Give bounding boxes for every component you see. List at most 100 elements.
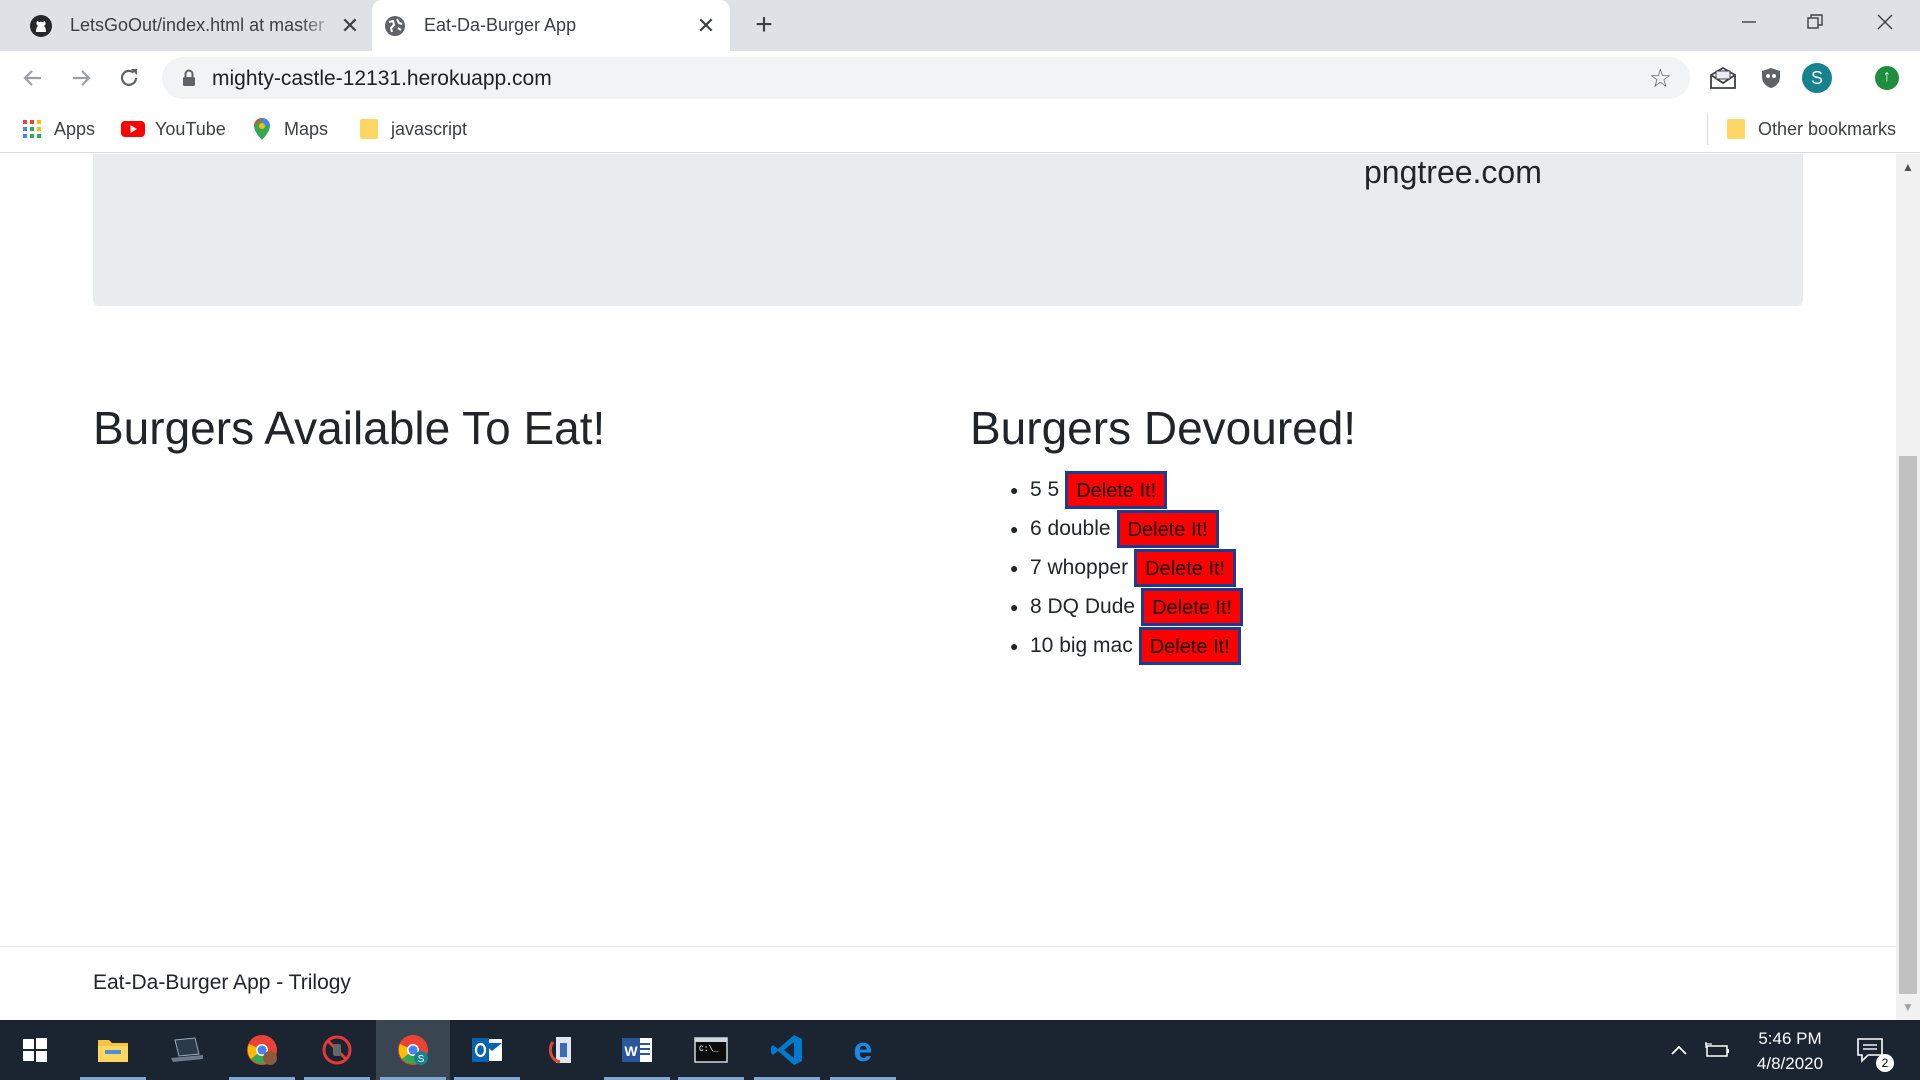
close-icon[interactable]: ✕ — [694, 13, 718, 38]
bookmark-other[interactable]: Other bookmarks — [1724, 115, 1896, 143]
star-icon[interactable]: ☆ — [1649, 64, 1672, 92]
minimize-button[interactable] — [1714, 0, 1784, 44]
page-footer: Eat-Da-Burger App - Trilogy — [0, 946, 1896, 1020]
burger-name: 8 DQ Dude — [1030, 594, 1136, 618]
bookmark-label: YouTube — [155, 118, 226, 139]
lock-icon — [182, 69, 196, 92]
folder-icon — [1724, 117, 1748, 141]
avatar: S — [1802, 63, 1832, 93]
youtube-icon — [121, 117, 145, 141]
app-icon[interactable] — [526, 1020, 600, 1080]
delete-button[interactable]: Delete It! — [1138, 626, 1241, 665]
browser-tab-bar: LetsGoOut/index.html at master ✕ Eat-Da-… — [0, 0, 1920, 51]
windows-logo-icon — [23, 1038, 47, 1062]
address-bar[interactable]: mighty-castle-12131.herokuapp.com ☆ — [162, 57, 1690, 99]
word-icon[interactable]: W — [600, 1020, 674, 1080]
bookmark-apps[interactable]: Apps — [20, 115, 95, 143]
restore-button[interactable] — [1780, 0, 1850, 44]
laptop-app-icon[interactable] — [150, 1020, 224, 1080]
url-text: mighty-castle-12131.herokuapp.com — [212, 67, 552, 90]
delete-button[interactable]: Delete It! — [1116, 509, 1219, 548]
mail-extension-icon[interactable] — [1706, 61, 1740, 95]
windows-taskbar: S W C:\_ e 5:46 PM 4/8/2020 2 — [0, 1020, 1920, 1080]
list-item: ● 6 double Delete It! — [1010, 509, 1243, 548]
arrow-left-icon — [23, 70, 41, 86]
show-hidden-icons-chevron-icon[interactable] — [1670, 1020, 1688, 1080]
reload-icon — [120, 69, 138, 86]
reload-button[interactable] — [112, 61, 146, 95]
tab-title: Eat-Da-Burger App — [424, 15, 577, 35]
scroll-thumb[interactable] — [1899, 456, 1917, 994]
back-button[interactable] — [16, 61, 50, 95]
burger-name: 6 double — [1030, 516, 1111, 540]
svg-text:S: S — [418, 1054, 425, 1065]
arrow-up-icon: ↑ — [1875, 66, 1899, 90]
edge-icon[interactable]: e — [826, 1020, 900, 1080]
devoured-heading: Burgers Devoured! — [970, 402, 1357, 454]
arrow-right-icon — [73, 70, 91, 86]
bullet-icon: ● — [1010, 481, 1019, 498]
scroll-down-arrow-icon[interactable]: ▼ — [1902, 1000, 1914, 1014]
list-item: ● 10 big mac Delete It! — [1010, 626, 1243, 665]
bookmarks-bar: Apps YouTube Maps javascript Other bookm… — [0, 105, 1920, 153]
start-button[interactable] — [0, 1020, 70, 1080]
vertical-scrollbar[interactable]: ▲ ▼ — [1896, 154, 1920, 1020]
bullet-icon: ● — [1010, 598, 1019, 615]
bookmark-label: Other bookmarks — [1758, 118, 1897, 139]
folder-icon — [357, 117, 381, 141]
devoured-list: ● 5 5 Delete It! ● 6 double Delete It! ●… — [1010, 470, 1244, 665]
delete-button[interactable]: Delete It! — [1141, 587, 1244, 626]
battery-icon[interactable] — [1704, 1020, 1730, 1080]
globe-icon — [382, 13, 408, 39]
burger-name: 10 big mac — [1030, 633, 1133, 657]
maps-pin-icon — [250, 117, 274, 141]
svg-text:C:\_: C:\_ — [699, 1045, 718, 1054]
available-heading: Burgers Available To Eat! — [93, 402, 606, 454]
close-icon[interactable]: ✕ — [338, 13, 362, 38]
bookmark-javascript[interactable]: javascript — [357, 115, 467, 143]
outlook-icon[interactable] — [450, 1020, 524, 1080]
watermark-text: pngtree.com — [1364, 154, 1542, 190]
svg-text:e: e — [854, 1034, 873, 1066]
tab-github[interactable]: LetsGoOut/index.html at master ✕ — [18, 0, 370, 51]
bookmark-maps[interactable]: Maps — [250, 115, 328, 143]
burger-name: 5 5 — [1030, 477, 1060, 501]
new-tab-button[interactable]: + — [748, 10, 780, 42]
page-viewport: pngtree.com Burgers Available To Eat! Bu… — [0, 154, 1920, 1020]
update-button[interactable]: ↑ — [1870, 61, 1904, 95]
notification-count-badge: 2 — [1876, 1054, 1894, 1072]
bookmark-youtube[interactable]: YouTube — [121, 115, 226, 143]
list-item: ● 5 5 Delete It! — [1010, 470, 1243, 509]
profile-avatar[interactable]: S — [1800, 61, 1834, 95]
file-explorer-icon[interactable] — [76, 1020, 150, 1080]
tab-eat-da-burger[interactable]: Eat-Da-Burger App ✕ — [372, 0, 730, 51]
terminal-icon[interactable]: C:\_ — [674, 1020, 748, 1080]
apps-grid-icon — [20, 117, 44, 141]
tab-title: LetsGoOut/index.html at master — [70, 15, 325, 35]
notifications-icon[interactable] — [1856, 1020, 1884, 1080]
shield-extension-icon[interactable] — [1754, 61, 1788, 95]
footer-text: Eat-Da-Burger App - Trilogy — [93, 971, 351, 994]
bookmarks-divider — [1707, 113, 1708, 145]
blocked-app-icon[interactable] — [300, 1020, 374, 1080]
bookmark-label: javascript — [391, 118, 468, 139]
svg-text:W: W — [624, 1043, 638, 1059]
delete-button[interactable]: Delete It! — [1065, 470, 1168, 509]
bullet-icon: ● — [1010, 520, 1019, 537]
bullet-icon: ● — [1010, 559, 1019, 576]
scroll-up-arrow-icon[interactable]: ▲ — [1902, 160, 1914, 174]
forward-button[interactable] — [64, 61, 98, 95]
list-item: ● 7 whopper Delete It! — [1010, 548, 1243, 587]
close-window-button[interactable] — [1850, 0, 1920, 44]
clock-time: 5:46 PM — [1758, 1029, 1822, 1048]
bookmark-label: Apps — [54, 118, 96, 139]
vscode-icon[interactable] — [750, 1020, 824, 1080]
delete-button[interactable]: Delete It! — [1134, 548, 1237, 587]
taskbar-clock[interactable]: 5:46 PM 4/8/2020 — [1740, 1026, 1840, 1076]
browser-toolbar: mighty-castle-12131.herokuapp.com ☆ S ↑ — [0, 51, 1920, 105]
jumbotron: pngtree.com — [93, 154, 1803, 306]
chrome-profile-icon[interactable]: S — [376, 1020, 450, 1080]
bullet-icon: ● — [1010, 637, 1019, 654]
github-icon — [28, 13, 54, 39]
chrome-icon[interactable] — [225, 1020, 299, 1080]
